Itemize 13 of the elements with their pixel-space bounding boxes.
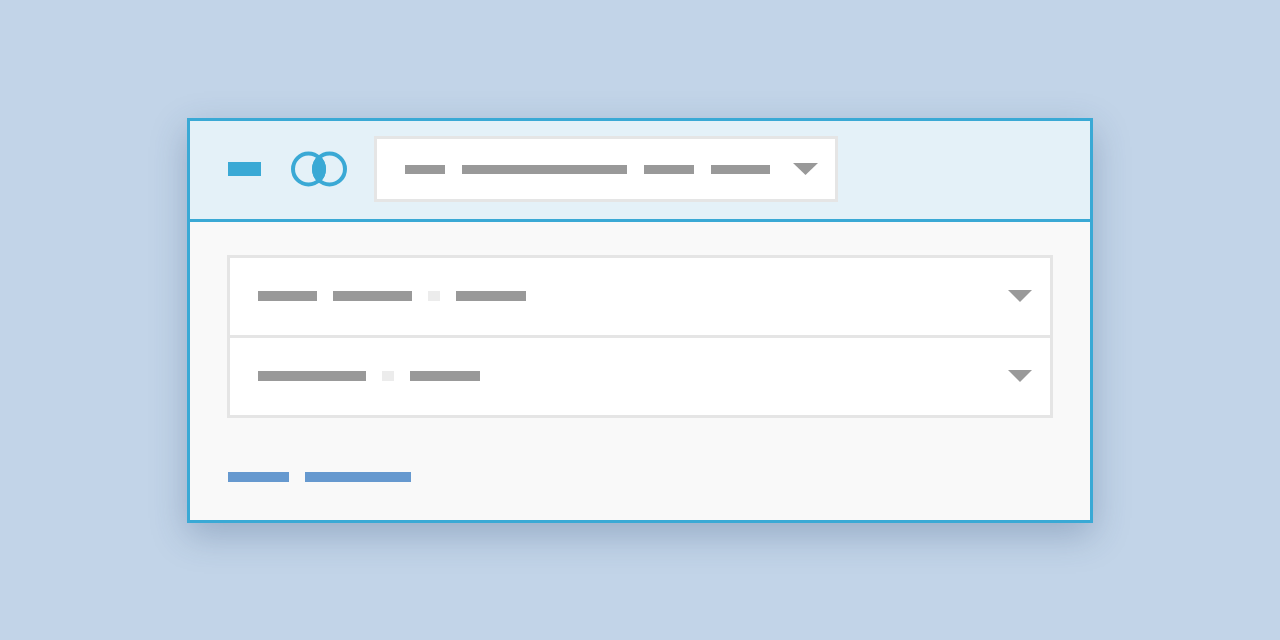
placeholder-bar xyxy=(405,164,445,174)
placeholder-bar xyxy=(258,291,317,301)
placeholder-bar xyxy=(644,164,694,174)
placeholder-bar xyxy=(410,371,480,381)
link-placeholder-bar[interactable] xyxy=(305,471,411,482)
overlapping-circles-icon[interactable] xyxy=(291,151,347,187)
caret-icon xyxy=(1008,370,1032,382)
dropdown-field[interactable] xyxy=(374,136,838,202)
placeholder-bar xyxy=(456,291,526,301)
caret-icon xyxy=(1008,290,1032,302)
link-placeholder-bar[interactable] xyxy=(228,471,289,482)
placeholder-bar xyxy=(711,164,770,174)
caret-icon xyxy=(793,163,818,175)
